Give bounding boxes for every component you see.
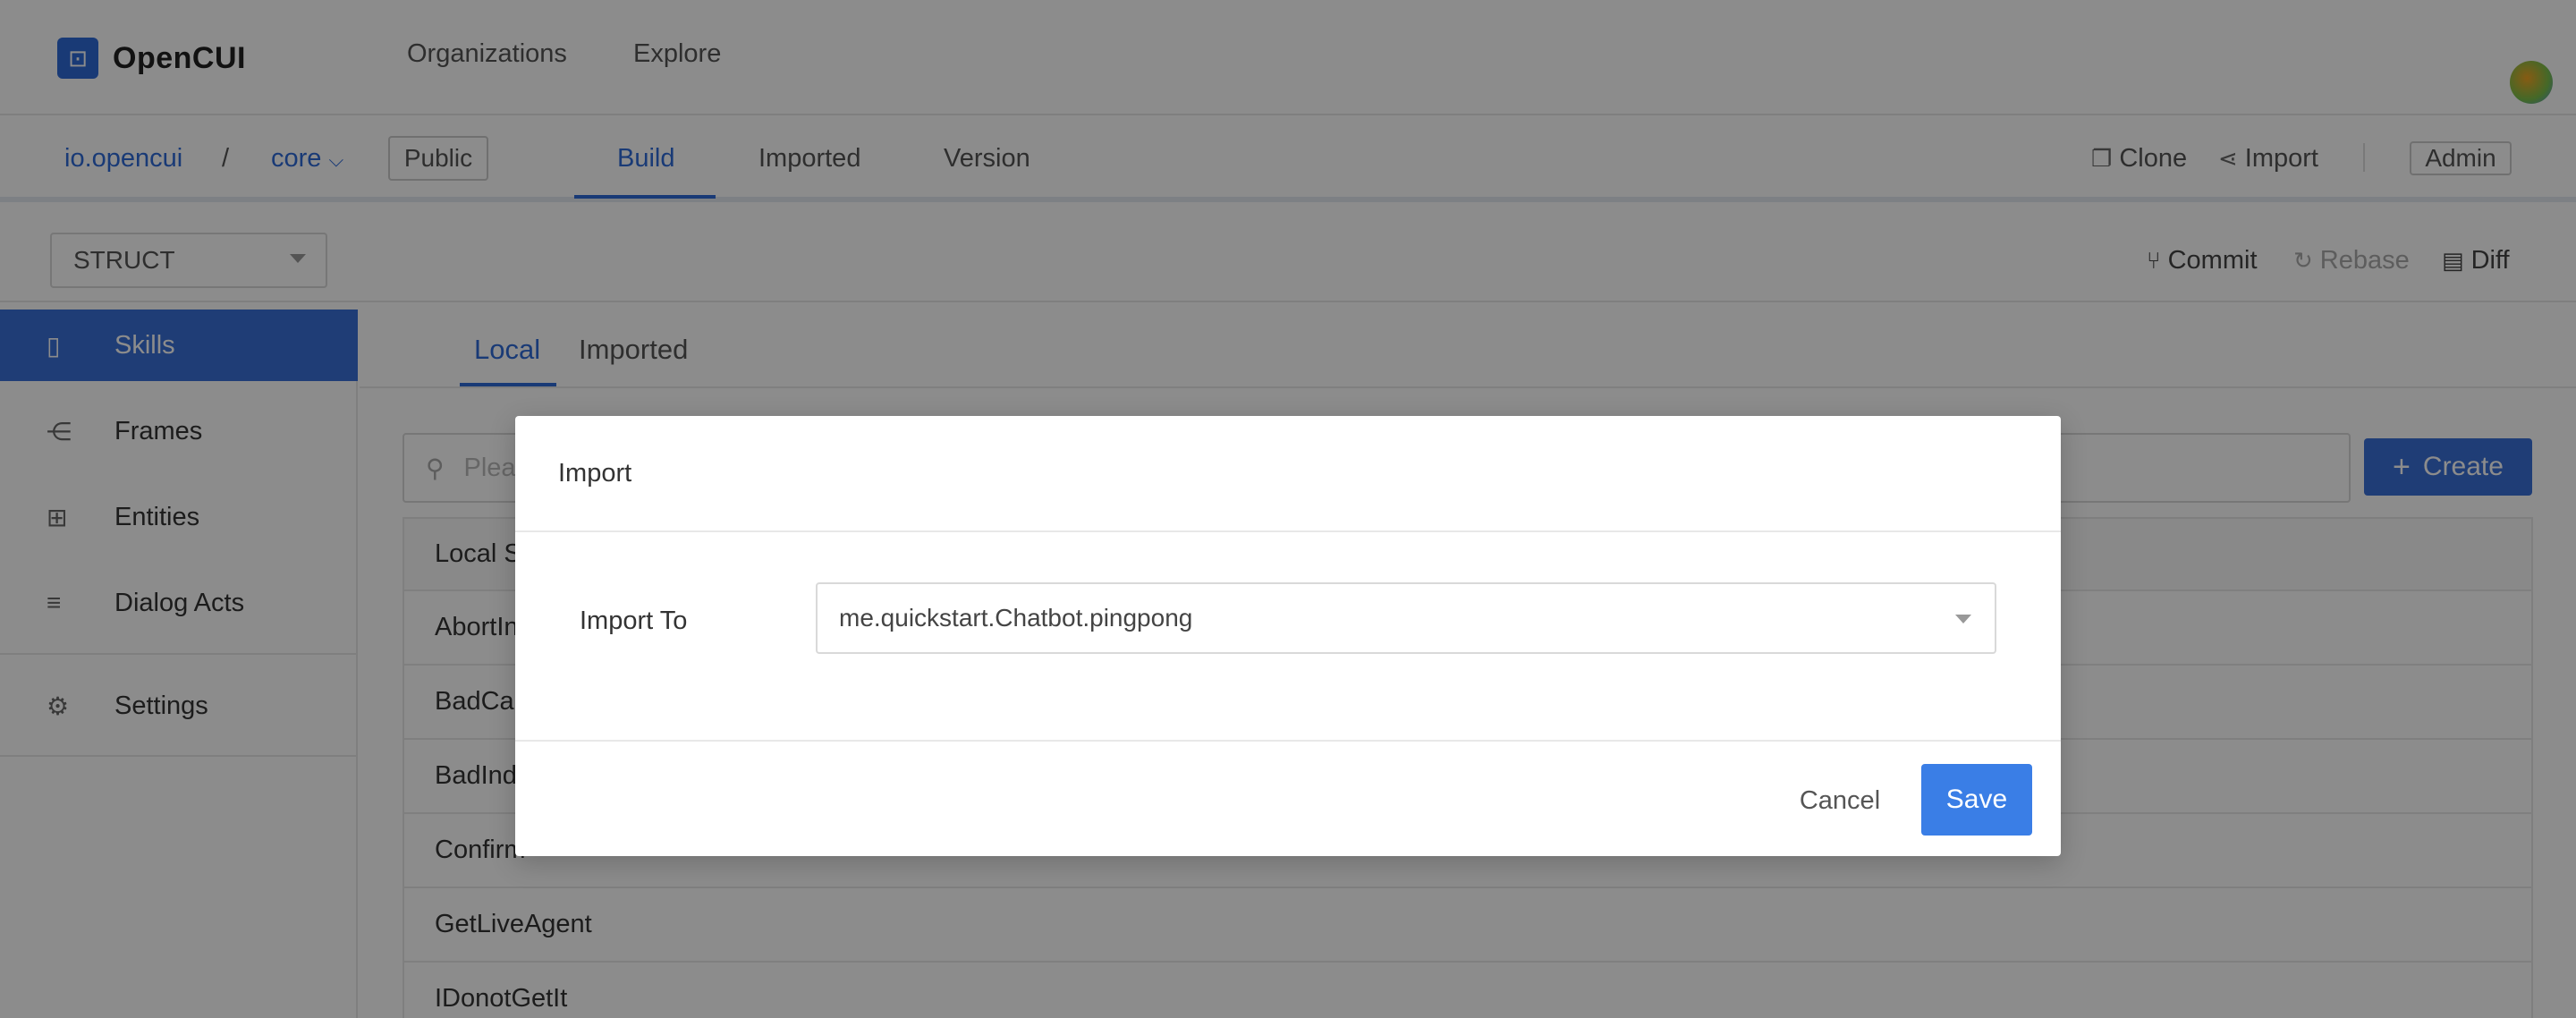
dialog-title: Import bbox=[558, 459, 632, 488]
dialog-header-divider bbox=[515, 530, 2061, 532]
import-to-value: me.quickstart.Chatbot.pingpong bbox=[839, 604, 1193, 632]
cancel-button[interactable]: Cancel bbox=[1775, 765, 1905, 836]
import-to-select[interactable]: me.quickstart.Chatbot.pingpong bbox=[816, 582, 1996, 654]
import-to-label: Import To bbox=[580, 607, 688, 635]
dialog-footer-divider bbox=[515, 740, 2061, 742]
import-dialog: Import Import To me.quickstart.Chatbot.p… bbox=[515, 416, 2061, 856]
save-button[interactable]: Save bbox=[1921, 764, 2032, 836]
caret-down-icon bbox=[1955, 615, 1971, 624]
